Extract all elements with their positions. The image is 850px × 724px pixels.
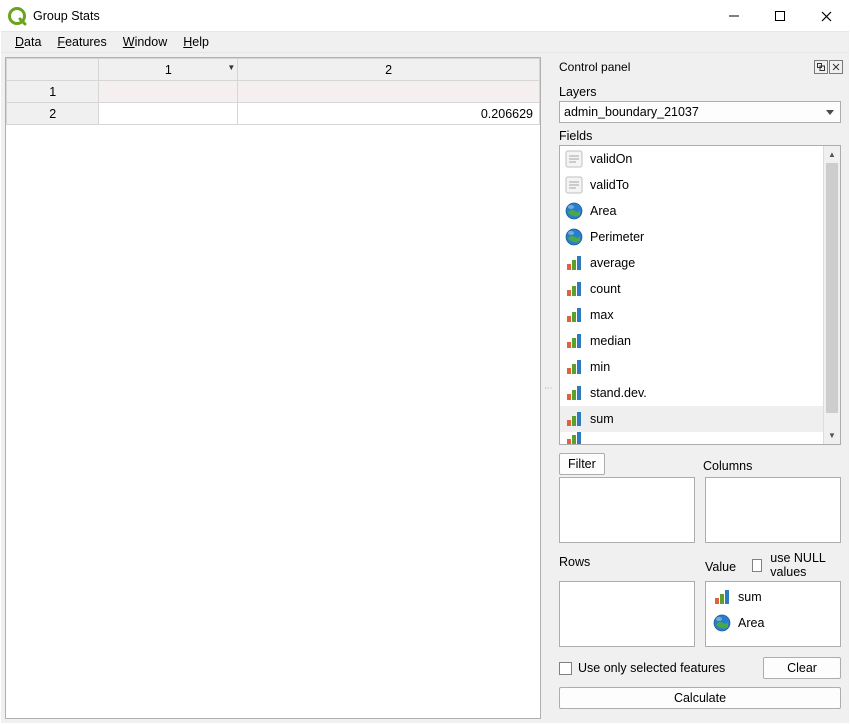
clear-button[interactable]: Clear — [763, 657, 841, 679]
globe-icon — [712, 613, 732, 633]
col-header-1[interactable]: 1 ▼ — [99, 59, 238, 81]
app-window: Group Stats Data Features Window Help 1 — [0, 0, 850, 724]
field-item[interactable]: stand.dev. — [560, 380, 823, 406]
cell-1-2[interactable] — [238, 81, 540, 103]
bars-icon — [564, 357, 584, 377]
field-item[interactable]: sum — [560, 406, 823, 432]
field-item[interactable]: median — [560, 328, 823, 354]
bars-icon — [564, 305, 584, 325]
bars-icon — [564, 409, 584, 429]
fields-listbox: validOn validTo Area Perimeter average count m… — [559, 145, 841, 445]
layers-label: Layers — [559, 85, 841, 99]
fields-list[interactable]: validOn validTo Area Perimeter average count m… — [560, 146, 823, 444]
splitter-handle[interactable]: ⋮ — [545, 57, 551, 719]
dock-button[interactable] — [814, 60, 828, 74]
field-item-label: validOn — [590, 152, 632, 166]
menubar: Data Features Window Help — [1, 31, 849, 53]
minimize-button[interactable] — [711, 1, 757, 31]
field-item[interactable] — [560, 432, 823, 444]
cell-2-2[interactable]: 0.206629 — [238, 103, 540, 125]
menu-window[interactable]: Window — [115, 33, 175, 51]
field-item-label: average — [590, 256, 635, 270]
menu-help[interactable]: Help — [175, 33, 217, 51]
row-header-2[interactable]: 2 — [7, 103, 99, 125]
field-item-label: validTo — [590, 178, 629, 192]
field-item[interactable]: validOn — [560, 146, 823, 172]
bars-icon — [712, 587, 732, 607]
text-field-icon — [564, 175, 584, 195]
window-title: Group Stats — [33, 9, 100, 23]
rows-label: Rows — [559, 555, 695, 569]
menu-data[interactable]: Data — [7, 33, 49, 51]
globe-icon — [564, 201, 584, 221]
field-item-label: stand.dev. — [590, 386, 647, 400]
field-item[interactable]: Area — [560, 198, 823, 224]
result-pane: 1 ▼ 2 1 2 0.206629 — [5, 57, 541, 719]
use-selected-checkbox[interactable] — [559, 662, 572, 675]
control-panel-body: Layers admin_boundary_21037 Fields valid… — [555, 77, 845, 719]
value-item-label: Area — [738, 616, 764, 630]
filter-dropzone[interactable] — [559, 477, 695, 543]
menu-features[interactable]: Features — [49, 33, 114, 51]
value-dropzone[interactable]: sum Area — [705, 581, 841, 647]
value-item[interactable]: Area — [708, 610, 838, 636]
scroll-down-icon[interactable]: ▼ — [824, 427, 840, 444]
bars-icon — [564, 432, 584, 444]
main-area: 1 ▼ 2 1 2 0.206629 ⋮ — [1, 53, 849, 723]
value-item-label: sum — [738, 590, 762, 604]
control-panel-header: Control panel — [555, 57, 845, 77]
field-item-label: median — [590, 334, 631, 348]
fields-scrollbar[interactable]: ▲ ▼ — [823, 146, 840, 444]
bars-icon — [564, 253, 584, 273]
cell-1-1[interactable] — [99, 81, 238, 103]
calculate-button[interactable]: Calculate — [559, 687, 841, 709]
value-item[interactable]: sum — [708, 584, 838, 610]
text-field-icon — [564, 149, 584, 169]
bars-icon — [564, 383, 584, 403]
fields-label: Fields — [559, 129, 841, 143]
columns-label: Columns — [703, 459, 841, 473]
globe-icon — [564, 227, 584, 247]
control-panel-title: Control panel — [559, 60, 630, 74]
field-item-label: min — [590, 360, 610, 374]
field-item-label: max — [590, 308, 614, 322]
row-header-1[interactable]: 1 — [7, 81, 99, 103]
bars-icon — [564, 331, 584, 351]
field-item[interactable]: max — [560, 302, 823, 328]
close-panel-button[interactable] — [829, 60, 843, 74]
use-null-checkbox[interactable] — [752, 559, 762, 572]
field-item[interactable]: Perimeter — [560, 224, 823, 250]
field-item-label: count — [590, 282, 621, 296]
field-item[interactable]: min — [560, 354, 823, 380]
field-item-label: Area — [590, 204, 616, 218]
field-item-label: sum — [590, 412, 614, 426]
layers-combobox[interactable]: admin_boundary_21037 — [559, 101, 841, 123]
titlebar: Group Stats — [1, 1, 849, 31]
field-item[interactable]: average — [560, 250, 823, 276]
use-selected-label: Use only selected features — [578, 661, 725, 675]
rows-dropzone[interactable] — [559, 581, 695, 647]
app-icon — [7, 6, 27, 26]
field-item[interactable]: validTo — [560, 172, 823, 198]
result-table[interactable]: 1 ▼ 2 1 2 0.206629 — [6, 58, 540, 125]
field-item[interactable]: count — [560, 276, 823, 302]
field-item-label: Perimeter — [590, 230, 644, 244]
scroll-up-icon[interactable]: ▲ — [824, 146, 840, 163]
col-header-2[interactable]: 2 — [238, 59, 540, 81]
chevron-down-icon[interactable]: ▼ — [227, 63, 235, 72]
filter-button[interactable]: Filter — [559, 453, 605, 475]
layers-selected: admin_boundary_21037 — [564, 105, 699, 119]
use-null-label: use NULL values — [770, 551, 841, 579]
control-panel: Control panel Layers admin_boundary_2103… — [555, 57, 845, 719]
close-button[interactable] — [803, 1, 849, 31]
table-corner[interactable] — [7, 59, 99, 81]
maximize-button[interactable] — [757, 1, 803, 31]
columns-dropzone[interactable] — [705, 477, 841, 543]
value-label: Value — [705, 560, 736, 574]
bars-icon — [564, 279, 584, 299]
cell-2-1[interactable] — [99, 103, 238, 125]
scroll-thumb[interactable] — [826, 163, 838, 413]
